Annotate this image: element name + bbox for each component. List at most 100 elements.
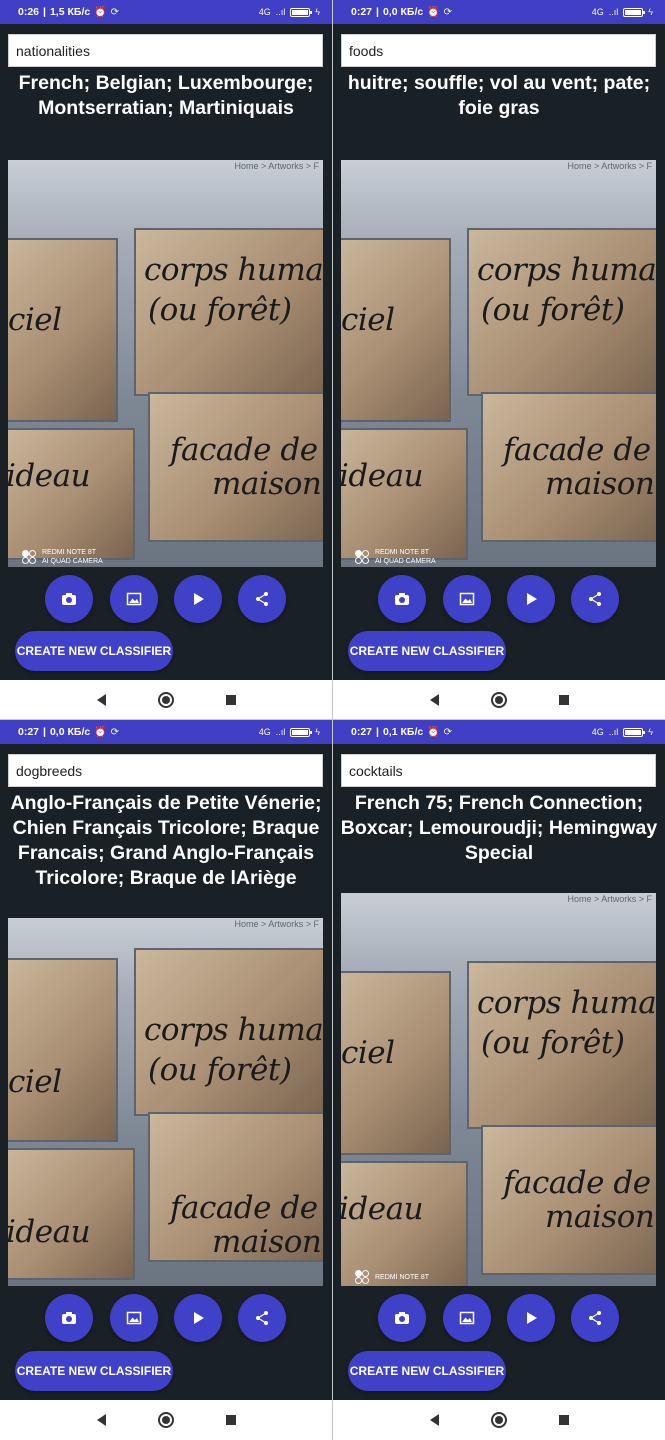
share-button[interactable] [238, 1294, 286, 1342]
camera-button[interactable] [378, 1294, 426, 1342]
photo-text-ciel: ciel [8, 302, 62, 338]
charging-icon: ϟ [315, 7, 320, 17]
camera-button[interactable] [378, 575, 426, 623]
photo-text-facade-de: facade de [170, 432, 318, 468]
status-bar: 0:27 | 0,0 КБ/с ⏰ ⟳ 4G ..ıl ϟ [0, 720, 332, 744]
share-icon [256, 1311, 268, 1325]
photo-text-rideau: ideau [341, 1191, 424, 1227]
photo-text-ou-foret: (ou forêt) [481, 1025, 625, 1061]
alarm-icon: ⏰ [427, 6, 440, 18]
photo-text-maison: maison [212, 1224, 322, 1260]
gallery-button[interactable] [110, 575, 158, 623]
gallery-button[interactable] [443, 1294, 491, 1342]
captured-photo: Home > Artworks > F corps humain (ou for… [8, 918, 323, 1286]
network-speed: 0,1 КБ/с [382, 726, 424, 738]
create-new-classifier-button[interactable]: CREATE NEW CLASSIFIER [348, 631, 506, 671]
photo-text-ou-foret: (ou forêt) [148, 1052, 292, 1088]
photo-text-facade-de: facade de [170, 1190, 318, 1226]
create-new-classifier-button[interactable]: CREATE NEW CLASSIFIER [348, 1351, 506, 1391]
phone-screen-dogbreeds: 0:27 | 0,0 КБ/с ⏰ ⟳ 4G ..ıl ϟ dogbreeds … [0, 720, 332, 1440]
network-type: 4G [591, 727, 604, 737]
play-icon [194, 1312, 204, 1324]
battery-icon [623, 7, 646, 17]
category-input[interactable]: nationalities [8, 34, 323, 67]
sync-icon: ⟳ [443, 726, 453, 738]
play-button[interactable] [507, 575, 555, 623]
home-icon[interactable] [490, 692, 507, 708]
photo-text-ciel: ciel [341, 1035, 395, 1071]
play-button[interactable] [507, 1294, 555, 1342]
recent-apps-icon[interactable] [225, 1415, 236, 1425]
photo-text-corps-humain: corps humain [477, 985, 656, 1021]
back-icon[interactable] [96, 694, 106, 706]
classification-result: huitre; souffle; vol au vent; pate; foie… [347, 72, 651, 119]
sync-icon: ⟳ [110, 6, 120, 18]
category-input[interactable]: foods [341, 34, 656, 67]
classification-result: French; Belgian; Luxembourge; Montserrat… [18, 72, 314, 119]
phone-screen-cocktails: 0:27 | 0,1 КБ/с ⏰ ⟳ 4G ..ıl ϟ cocktails … [333, 720, 665, 1440]
screenshot-grid: 0:26 | 1,5 КБ/с ⏰ ⟳ 4G ..ıl ϟ nationalit… [0, 0, 665, 1440]
category-input[interactable]: dogbreeds [8, 754, 323, 787]
action-buttons [333, 575, 665, 623]
play-button[interactable] [174, 1294, 222, 1342]
network-type: 4G [258, 727, 271, 737]
recent-apps-icon[interactable] [225, 695, 236, 705]
signal-icon: ..ıl [608, 7, 619, 17]
vertical-divider [332, 0, 333, 1440]
camera-button[interactable] [45, 575, 93, 623]
play-icon [527, 1312, 537, 1324]
share-button[interactable] [238, 575, 286, 623]
status-time: 0:27 [18, 726, 40, 738]
camera-logo-icon [355, 549, 370, 565]
photo-text-maison: maison [212, 466, 322, 502]
share-icon [256, 592, 268, 606]
play-button[interactable] [174, 575, 222, 623]
home-icon[interactable] [157, 1412, 174, 1428]
network-type: 4G [591, 7, 604, 17]
photo-text-rideau: ideau [341, 458, 424, 494]
photo-text-facade-de: facade de [503, 1165, 651, 1201]
create-new-classifier-button[interactable]: CREATE NEW CLASSIFIER [15, 1351, 173, 1391]
gallery-button[interactable] [110, 1294, 158, 1342]
network-speed: 0,0 КБ/с [49, 726, 91, 738]
camera-logo-icon [355, 1270, 370, 1285]
camera-logo-icon [22, 549, 37, 565]
category-input[interactable]: cocktails [341, 754, 656, 787]
photo-text-ciel: ciel [341, 302, 395, 338]
status-time: 0:27 [351, 726, 373, 738]
create-new-classifier-button[interactable]: CREATE NEW CLASSIFIER [15, 631, 173, 671]
gallery-icon [126, 1311, 142, 1325]
camera-watermark: REDMI NOTE 8T AI QUAD CAMERA [22, 548, 103, 566]
classification-result: French 75; French Connection; Boxcar; Le… [340, 792, 658, 864]
camera-watermark: REDMI NOTE 8T AI QUAD CAMERA [355, 548, 436, 566]
share-button[interactable] [571, 575, 619, 623]
back-icon[interactable] [429, 1414, 439, 1426]
recent-apps-icon[interactable] [558, 1415, 569, 1425]
share-button[interactable] [571, 1294, 619, 1342]
photo-text-corps-humain: corps humain [144, 1012, 323, 1048]
gallery-button[interactable] [443, 575, 491, 623]
photo-text-ou-foret: (ou forêt) [148, 292, 292, 328]
charging-icon: ϟ [648, 727, 653, 737]
navigation-bar [333, 680, 665, 720]
network-speed: 0,0 КБ/с [382, 6, 424, 18]
photo-text-ciel: ciel [8, 1064, 62, 1100]
recent-apps-icon[interactable] [558, 695, 569, 705]
status-time: 0:26 [18, 6, 40, 18]
photo-breadcrumb: Home > Artworks > F [567, 894, 652, 904]
photo-text-facade-de: facade de [503, 432, 651, 468]
camera-button[interactable] [45, 1294, 93, 1342]
back-icon[interactable] [96, 1414, 106, 1426]
captured-photo: Home > Artworks > F corps humain (ou for… [8, 160, 323, 567]
camera-icon [62, 1312, 76, 1324]
back-icon[interactable] [429, 694, 439, 706]
camera-icon [62, 593, 76, 605]
sync-icon: ⟳ [110, 726, 120, 738]
home-icon[interactable] [157, 692, 174, 708]
play-icon [194, 593, 204, 605]
phone-screen-nationalities: 0:26 | 1,5 КБ/с ⏰ ⟳ 4G ..ıl ϟ nationalit… [0, 0, 332, 720]
gallery-icon [459, 1311, 475, 1325]
alarm-icon: ⏰ [94, 6, 107, 18]
home-icon[interactable] [490, 1412, 507, 1428]
phone-screen-foods: 0:27 | 0,0 КБ/с ⏰ ⟳ 4G ..ıl ϟ foods huit… [333, 0, 665, 720]
